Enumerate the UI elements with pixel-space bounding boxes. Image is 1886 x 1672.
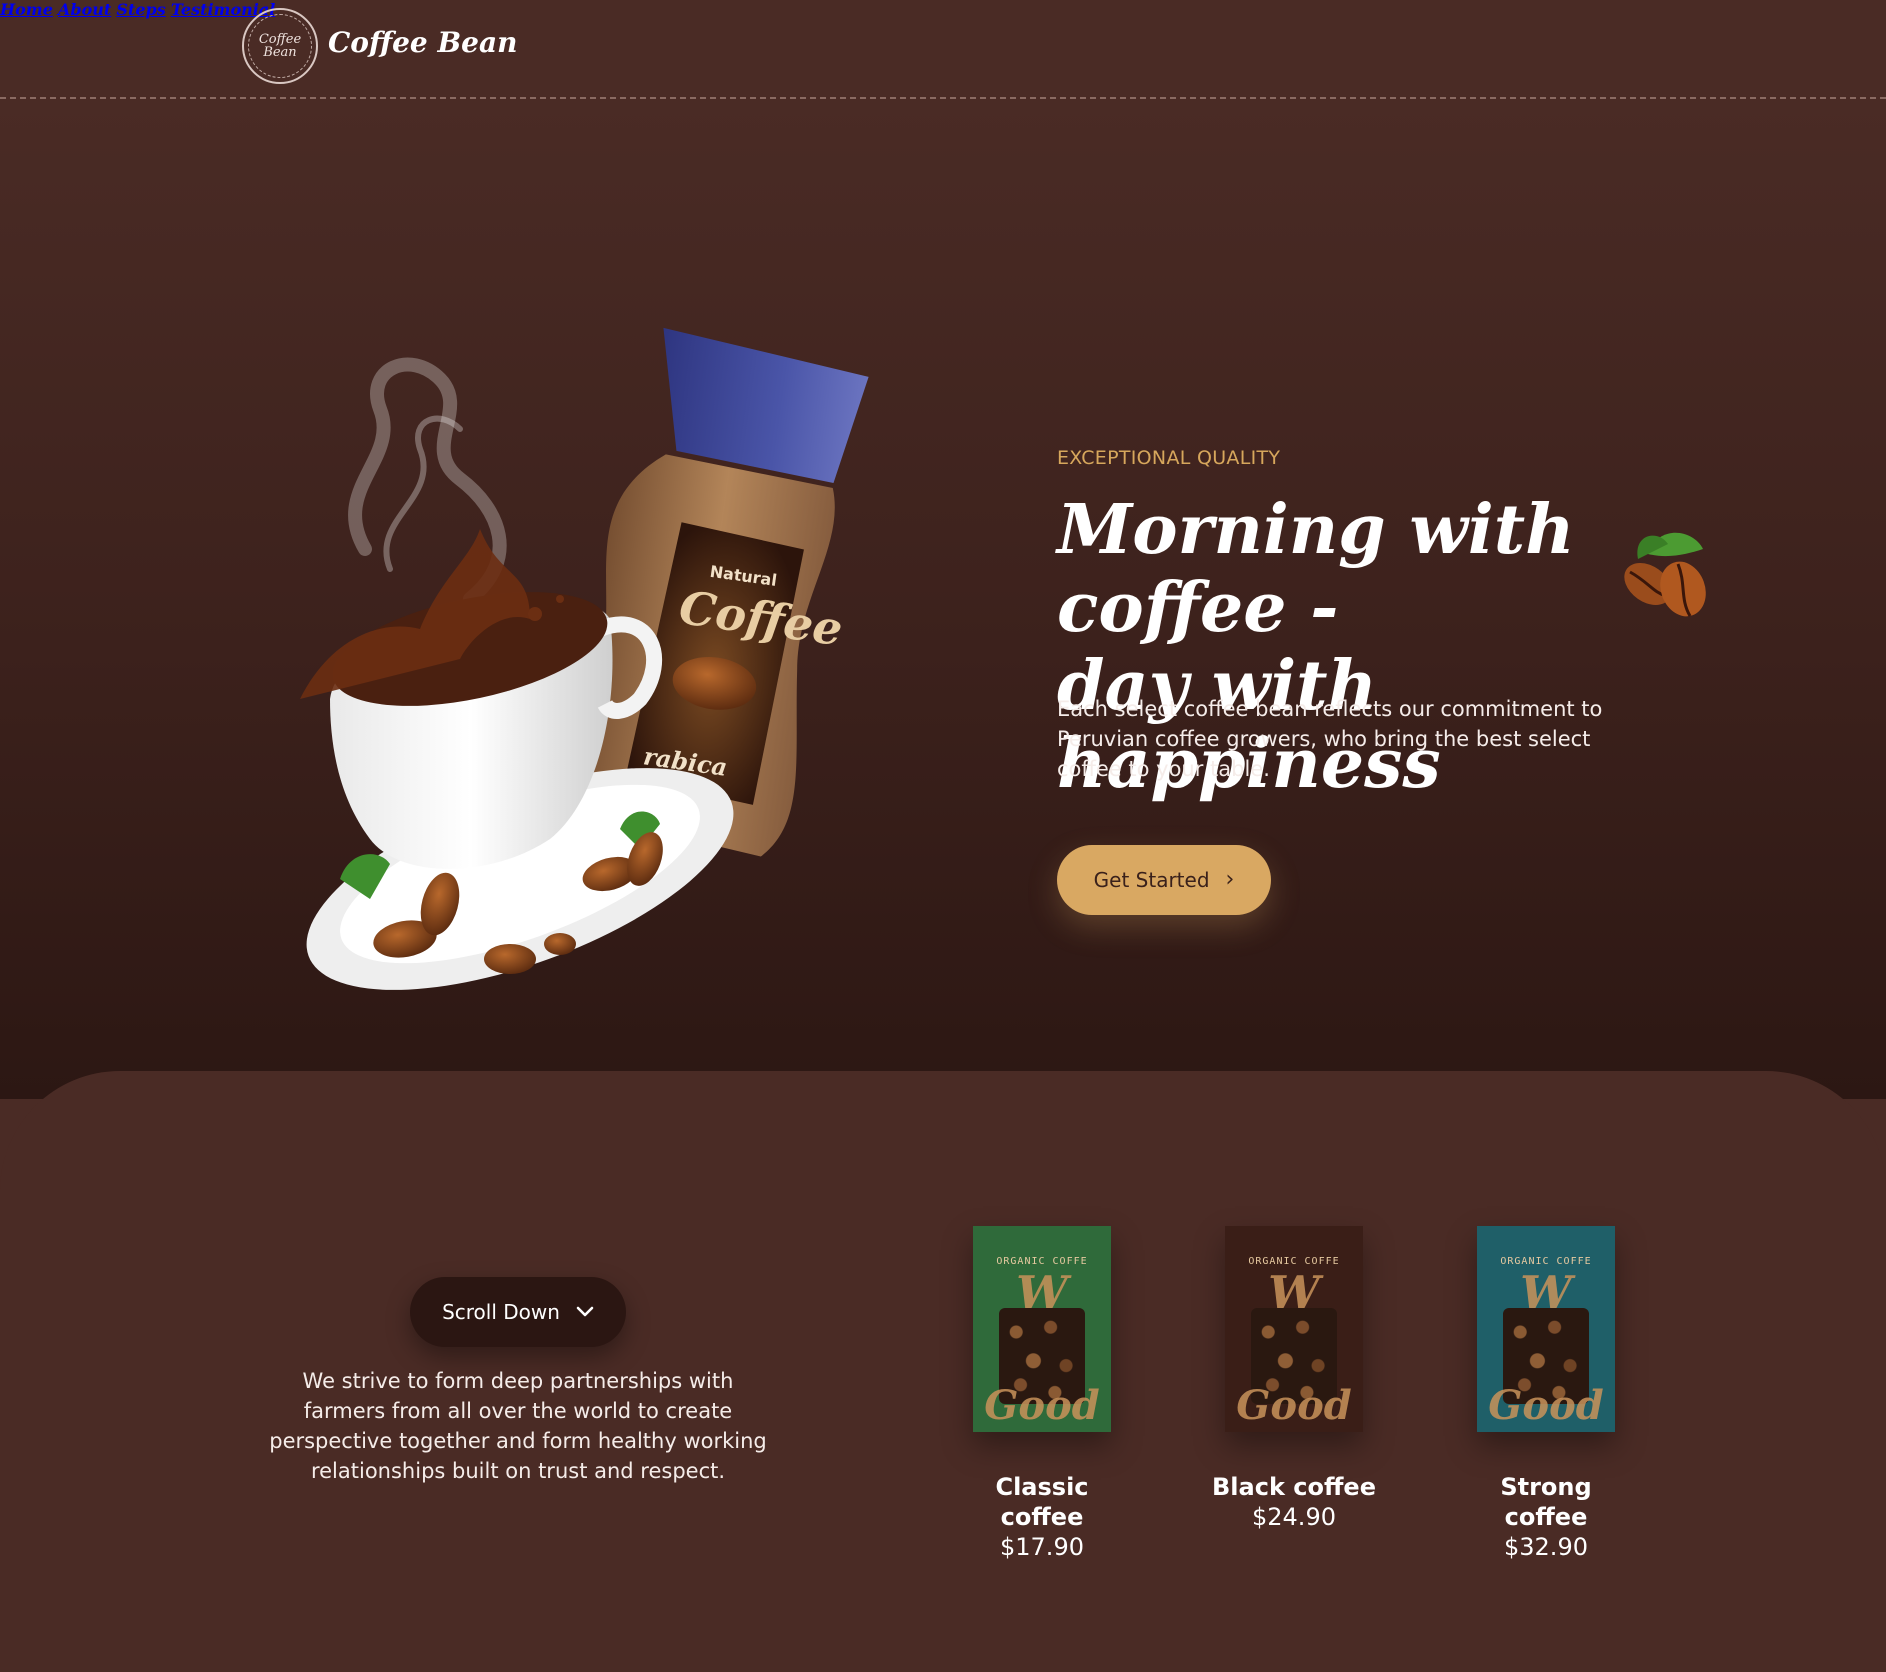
- logo-text[interactable]: Coffee Bean: [328, 26, 517, 59]
- product-card-classic[interactable]: ORGANIC COFFE W Good Classic coffee $17.…: [942, 1226, 1142, 1562]
- product-name: Strong coffee: [1500, 1473, 1592, 1531]
- logo-badge-text: Coffee Bean: [248, 14, 312, 78]
- product-card-strong[interactable]: ORGANIC COFFE W Good Strong coffee $32.9…: [1446, 1226, 1646, 1562]
- products-section: Scroll Down We strive to form deep partn…: [0, 1071, 1886, 1672]
- headline-line-1: Morning with coffee -: [1057, 490, 1575, 648]
- chevron-down-icon: [576, 1306, 594, 1317]
- product-card-black[interactable]: ORGANIC COFFE W Good Black coffee $24.90: [1176, 1226, 1412, 1532]
- scroll-down-button[interactable]: Scroll Down: [410, 1277, 626, 1347]
- bag-pattern: Good: [1236, 1382, 1352, 1429]
- coffee-beans-icon: [1624, 532, 1706, 617]
- product-name: Black coffee: [1212, 1473, 1376, 1501]
- coffee-cup-and-jar-image: Natural Coffee rabica: [300, 327, 869, 990]
- bag-pattern: Good: [1488, 1382, 1604, 1429]
- hero-description: Each select coffee bean reflects our com…: [1057, 697, 1603, 781]
- coffee-bag-image: ORGANIC COFFE W Good: [973, 1226, 1111, 1432]
- nav-home[interactable]: Home: [0, 0, 53, 19]
- get-started-button[interactable]: Get Started ›: [1057, 845, 1271, 915]
- nav-steps[interactable]: Steps: [116, 0, 165, 19]
- scroll-down-label: Scroll Down: [442, 1300, 560, 1324]
- coffee-bag-image: ORGANIC COFFE W Good: [1225, 1226, 1363, 1432]
- site-header: Coffee Bean Coffee Bean Home About Steps…: [0, 0, 1886, 99]
- coffee-bag-image: ORGANIC COFFE W Good: [1477, 1226, 1615, 1432]
- product-price: $32.90: [1504, 1533, 1588, 1561]
- product-name: Classic coffee: [995, 1473, 1089, 1531]
- logo-badge[interactable]: Coffee Bean: [242, 8, 318, 84]
- product-price: $17.90: [1000, 1533, 1084, 1561]
- get-started-label: Get Started: [1093, 868, 1210, 892]
- hero-eyebrow: EXCEPTIONAL QUALITY: [1057, 447, 1281, 469]
- product-price: $24.90: [1252, 1503, 1336, 1531]
- nav-about[interactable]: About: [58, 0, 111, 19]
- chevron-right-icon: ›: [1225, 867, 1235, 892]
- partnership-description: We strive to form deep partnerships with…: [269, 1369, 767, 1483]
- bag-pattern: Good: [984, 1382, 1100, 1429]
- hero-section: Natural Coffee rabica EXCEPTIONAL QUALIT…: [0, 99, 1886, 1099]
